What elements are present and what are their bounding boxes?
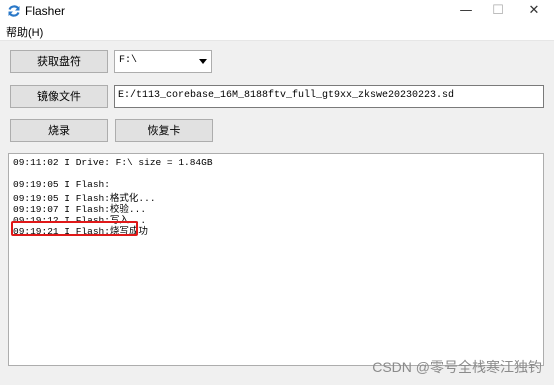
menu-bar: 帮助(H) (0, 22, 554, 41)
menu-help[interactable]: 帮助(H) (6, 24, 43, 40)
title-bar: Flasher — ☐ ✕ (0, 0, 554, 22)
get-drive-button[interactable]: 获取盘符 (10, 50, 108, 73)
log-line: 09:19:05 I Flash: (13, 179, 110, 190)
maximize-button[interactable]: ☐ (482, 0, 514, 22)
image-file-button[interactable]: 镜像文件 (10, 85, 108, 108)
minimize-button[interactable]: — (450, 0, 482, 22)
image-path-field[interactable]: E:/t113_corebase_16M_8188ftv_full_gt9xx_… (114, 85, 544, 108)
burn-button[interactable]: 烧录 (10, 119, 108, 142)
log-output[interactable]: 09:11:02 I Drive: F:\ size = 1.84GB 09:1… (8, 153, 544, 366)
drive-select[interactable]: F:\ (114, 50, 212, 73)
drive-select-value: F:\ (119, 55, 138, 66)
chevron-down-icon (199, 59, 207, 64)
window-title: Flasher (25, 4, 66, 18)
close-button[interactable]: ✕ (518, 0, 550, 22)
flasher-window: Flasher — ☐ ✕ 帮助(H) 获取盘符 F:\ 镜像文件 E:/t11… (0, 0, 554, 385)
watermark: CSDN @零号全栈寒江独钓 (372, 359, 542, 375)
restore-card-button[interactable]: 恢复卡 (115, 119, 213, 142)
refresh-icon (8, 5, 20, 17)
log-line: 09:11:02 I Drive: F:\ size = 1.84GB (13, 157, 213, 168)
success-highlight-box (11, 221, 138, 236)
image-path-value: E:/t113_corebase_16M_8188ftv_full_gt9xx_… (118, 90, 455, 101)
